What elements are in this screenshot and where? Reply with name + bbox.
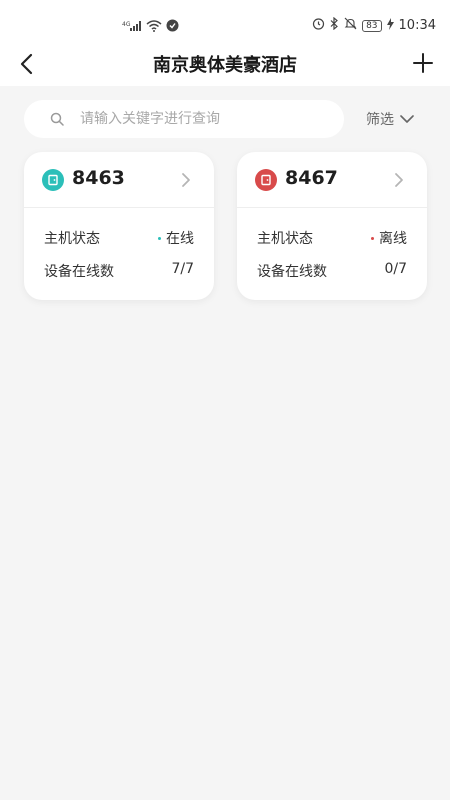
host-status-label: 主机状态 (257, 231, 313, 247)
status-bar-right: 83 10:34 (312, 16, 436, 34)
signal-icon: 4G (122, 17, 142, 36)
app-header: 南京奥体美豪酒店 (0, 40, 450, 86)
host-status-value-group: 离线 (371, 228, 407, 248)
filter-dropdown[interactable]: 筛选 (366, 109, 414, 129)
door-icon (255, 169, 277, 191)
clock-time: 10:34 (398, 18, 436, 33)
host-status-value: 离线 (379, 231, 407, 247)
filter-label: 筛选 (366, 112, 394, 128)
devices-online-value: 0/7 (384, 261, 407, 277)
host-status-value: 在线 (166, 231, 194, 247)
chevron-right-icon (182, 173, 190, 187)
battery-icon: 83 (362, 19, 382, 32)
devices-online-row: 设备在线数 0/7 (257, 261, 407, 281)
mute-icon (344, 17, 357, 34)
host-status-value-group: 在线 (158, 228, 194, 248)
page-title: 南京奥体美豪酒店 (153, 55, 297, 76)
host-status-row: 主机状态 在线 (44, 228, 194, 248)
search-icon (50, 112, 64, 126)
add-button[interactable] (410, 50, 436, 76)
alarm-icon (312, 17, 325, 34)
svg-text:4G: 4G (122, 21, 131, 28)
room-number: 8463 (72, 167, 125, 189)
room-card-header: 8463 (24, 152, 214, 204)
charging-icon (386, 17, 394, 34)
chevron-right-icon (395, 173, 403, 187)
card-divider (24, 207, 214, 208)
room-number: 8467 (285, 167, 338, 189)
room-card[interactable]: 8463 主机状态 在线 设备在线数 7/7 (24, 152, 214, 300)
devices-online-value: 7/7 (171, 261, 194, 277)
search-input[interactable] (78, 110, 322, 128)
devices-online-row: 设备在线数 7/7 (44, 261, 194, 281)
online-dot-icon (158, 236, 161, 240)
plus-icon (413, 53, 433, 73)
room-card[interactable]: 8467 主机状态 离线 设备在线数 0/7 (237, 152, 427, 300)
app-notification-icon (166, 17, 179, 36)
search-bar[interactable] (24, 100, 344, 138)
offline-dot-icon (371, 236, 374, 240)
wifi-icon (146, 17, 162, 36)
bluetooth-icon (330, 16, 339, 34)
card-divider (237, 207, 427, 208)
host-status-label: 主机状态 (44, 231, 100, 247)
devices-online-label: 设备在线数 (44, 264, 114, 280)
door-icon (42, 169, 64, 191)
room-card-header: 8467 (237, 152, 427, 204)
status-bar-left: 4G (122, 17, 179, 36)
host-status-row: 主机状态 离线 (257, 228, 407, 248)
devices-online-label: 设备在线数 (257, 264, 327, 280)
chevron-down-icon (400, 115, 414, 123)
